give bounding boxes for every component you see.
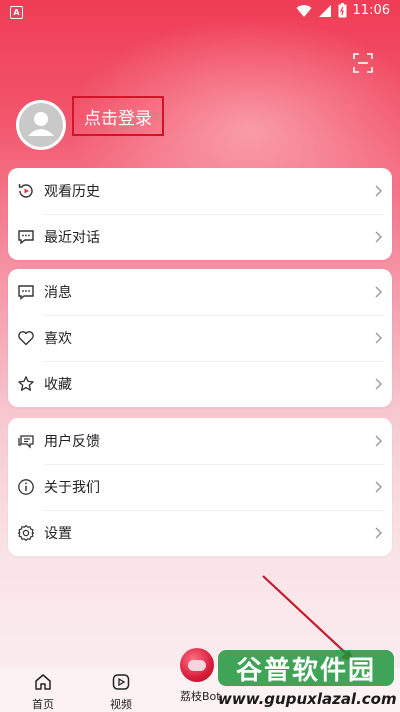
chevron-right-icon	[375, 527, 382, 539]
chevron-right-icon	[375, 286, 382, 298]
menu-item-label: 消息	[44, 285, 72, 301]
wifi-icon	[296, 4, 312, 17]
favorites-card: 消息 喜欢 收藏	[8, 269, 392, 407]
history-card: 观看历史 最近对话	[8, 168, 392, 260]
tab-home[interactable]: 首页	[32, 672, 54, 712]
login-button[interactable]: 点击登录	[72, 96, 164, 136]
star-icon	[18, 376, 34, 391]
menu-item-label: 观看历史	[44, 184, 100, 200]
gear-icon	[17, 524, 35, 542]
chevron-right-icon	[375, 231, 382, 243]
feedback-icon	[18, 435, 34, 449]
menu-item-label: 收藏	[44, 377, 72, 393]
battery-icon	[338, 3, 347, 18]
menu-item-likes[interactable]: 喜欢	[8, 315, 392, 361]
home-icon	[35, 674, 51, 690]
user-icon	[19, 103, 63, 147]
chevron-right-icon	[375, 481, 382, 493]
chevron-right-icon	[375, 378, 382, 390]
tab-label: 荔枝Bot	[180, 690, 221, 703]
scan-icon[interactable]	[353, 53, 373, 73]
settings-card: 用户反馈 关于我们 设置	[8, 418, 392, 556]
tab-label: 首页	[32, 698, 54, 711]
chevron-right-icon	[375, 435, 382, 447]
menu-item-label: 用户反馈	[44, 434, 100, 450]
avatar[interactable]	[16, 100, 66, 150]
tab-label: 视频	[110, 698, 132, 711]
chat-icon	[18, 230, 34, 245]
menu-item-label: 设置	[44, 526, 72, 542]
info-icon	[18, 479, 34, 495]
signal-icon	[318, 4, 331, 17]
watermark-title: 谷普软件园	[218, 650, 394, 686]
video-icon	[112, 674, 130, 690]
menu-item-history[interactable]: 观看历史	[8, 168, 392, 214]
status-bar: A 11:06	[0, 0, 400, 24]
tab-video[interactable]: 视频	[110, 672, 132, 712]
message-icon	[18, 285, 34, 300]
menu-item-about[interactable]: 关于我们	[8, 464, 392, 510]
menu-item-settings[interactable]: 设置	[8, 510, 392, 556]
menu-item-label: 关于我们	[44, 480, 100, 496]
menu-item-recent-chats[interactable]: 最近对话	[8, 214, 392, 260]
heart-icon	[18, 331, 34, 346]
menu-item-label: 喜欢	[44, 331, 72, 347]
chevron-right-icon	[375, 185, 382, 197]
chevron-right-icon	[375, 332, 382, 344]
menu-item-label: 最近对话	[44, 230, 100, 246]
menu-item-messages[interactable]: 消息	[8, 269, 392, 315]
lychee-bot-icon	[180, 648, 214, 682]
app-notification-icon: A	[10, 6, 23, 19]
clock: 11:06	[352, 3, 390, 18]
history-icon	[18, 184, 33, 198]
watermark: 谷普软件园 www.gupuxlazal.com	[218, 646, 398, 712]
menu-item-collection[interactable]: 收藏	[8, 361, 392, 407]
watermark-url: www.gupuxlazal.com	[218, 690, 397, 708]
menu-item-feedback[interactable]: 用户反馈	[8, 418, 392, 464]
